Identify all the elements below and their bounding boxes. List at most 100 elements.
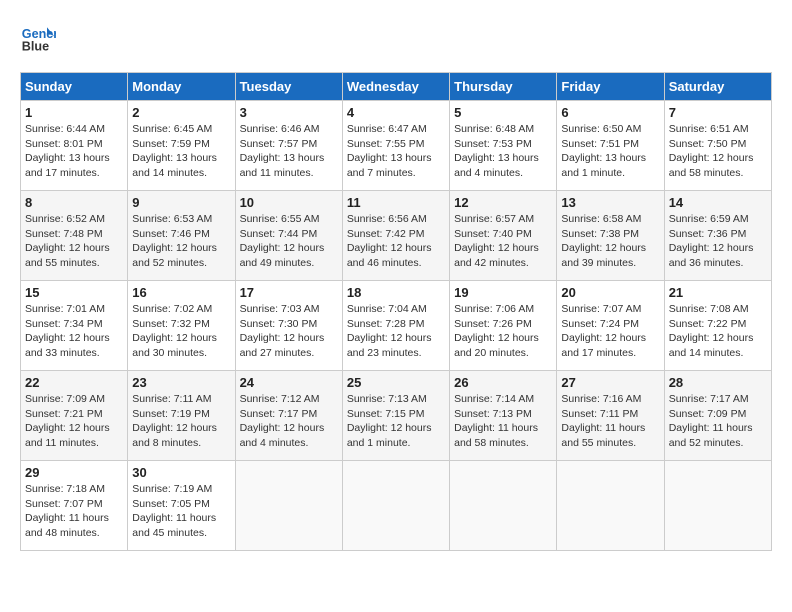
week-row-3: 15 Sunrise: 7:01 AMSunset: 7:34 PMDayligh…	[21, 281, 772, 371]
day-number: 26	[454, 375, 552, 390]
day-info: Sunrise: 7:02 AMSunset: 7:32 PMDaylight:…	[132, 302, 230, 361]
day-info: Sunrise: 7:04 AMSunset: 7:28 PMDaylight:…	[347, 302, 445, 361]
day-cell: 29Sunrise: 7:18 AMSunset: 7:07 PMDayligh…	[21, 461, 128, 551]
header-row: SundayMondayTuesdayWednesdayThursdayFrid…	[21, 73, 772, 101]
day-info: Sunrise: 6:45 AMSunset: 7:59 PMDaylight:…	[132, 122, 230, 181]
day-info: Sunrise: 6:51 AMSunset: 7:50 PMDaylight:…	[669, 122, 767, 181]
day-number: 6	[561, 105, 659, 120]
day-number: 16	[132, 285, 230, 300]
day-info: Sunrise: 6:57 AMSunset: 7:40 PMDaylight:…	[454, 212, 552, 271]
day-number: 15	[25, 285, 123, 300]
day-info: Sunrise: 6:56 AMSunset: 7:42 PMDaylight:…	[347, 212, 445, 271]
day-header-friday: Friday	[557, 73, 664, 101]
day-cell: 26 Sunrise: 7:14 AMSunset: 7:13 PMDayligh…	[450, 371, 557, 461]
day-header-thursday: Thursday	[450, 73, 557, 101]
day-info: Sunrise: 7:11 AMSunset: 7:19 PMDaylight:…	[132, 392, 230, 451]
day-cell: 27 Sunrise: 7:16 AMSunset: 7:11 PMDayligh…	[557, 371, 664, 461]
day-cell: 4Sunrise: 6:47 AMSunset: 7:55 PMDaylight…	[342, 101, 449, 191]
day-info: Sunrise: 6:50 AMSunset: 7:51 PMDaylight:…	[561, 122, 659, 181]
day-info: Sunrise: 6:55 AMSunset: 7:44 PMDaylight:…	[240, 212, 338, 271]
day-cell: 21 Sunrise: 7:08 AMSunset: 7:22 PMDayligh…	[664, 281, 771, 371]
day-cell: 30 Sunrise: 7:19 AMSunset: 7:05 PMDayligh…	[128, 461, 235, 551]
day-cell: 18 Sunrise: 7:04 AMSunset: 7:28 PMDayligh…	[342, 281, 449, 371]
day-number: 22	[25, 375, 123, 390]
day-number: 28	[669, 375, 767, 390]
day-info: Sunrise: 6:52 AMSunset: 7:48 PMDaylight:…	[25, 212, 123, 271]
day-info: Sunrise: 7:03 AMSunset: 7:30 PMDaylight:…	[240, 302, 338, 361]
day-cell: 1 Sunrise: 6:44 AMSunset: 8:01 PMDaylight…	[21, 101, 128, 191]
day-number: 11	[347, 195, 445, 210]
day-info: Sunrise: 6:48 AMSunset: 7:53 PMDaylight:…	[454, 122, 552, 181]
day-info: Sunrise: 6:47 AMSunset: 7:55 PMDaylight:…	[347, 122, 445, 181]
day-number: 3	[240, 105, 338, 120]
day-info: Sunrise: 7:18 AMSunset: 7:07 PMDaylight:…	[25, 482, 123, 541]
day-number: 9	[132, 195, 230, 210]
day-cell: 20 Sunrise: 7:07 AMSunset: 7:24 PMDayligh…	[557, 281, 664, 371]
day-header-sunday: Sunday	[21, 73, 128, 101]
day-info: Sunrise: 6:53 AMSunset: 7:46 PMDaylight:…	[132, 212, 230, 271]
day-info: Sunrise: 7:08 AMSunset: 7:22 PMDaylight:…	[669, 302, 767, 361]
day-header-tuesday: Tuesday	[235, 73, 342, 101]
day-cell: 3 Sunrise: 6:46 AMSunset: 7:57 PMDaylight…	[235, 101, 342, 191]
day-number: 30	[132, 465, 230, 480]
day-cell: 13 Sunrise: 6:58 AMSunset: 7:38 PMDayligh…	[557, 191, 664, 281]
day-cell: 8 Sunrise: 6:52 AMSunset: 7:48 PMDaylight…	[21, 191, 128, 281]
day-number: 20	[561, 285, 659, 300]
day-cell	[342, 461, 449, 551]
day-cell	[450, 461, 557, 551]
day-info: Sunrise: 6:58 AMSunset: 7:38 PMDaylight:…	[561, 212, 659, 271]
svg-text:Blue: Blue	[22, 40, 49, 54]
week-row-1: 1 Sunrise: 6:44 AMSunset: 8:01 PMDaylight…	[21, 101, 772, 191]
day-cell: 6 Sunrise: 6:50 AMSunset: 7:51 PMDaylight…	[557, 101, 664, 191]
day-info: Sunrise: 7:09 AMSunset: 7:21 PMDaylight:…	[25, 392, 123, 451]
day-info: Sunrise: 7:14 AMSunset: 7:13 PMDaylight:…	[454, 392, 552, 451]
day-info: Sunrise: 7:16 AMSunset: 7:11 PMDaylight:…	[561, 392, 659, 451]
day-number: 17	[240, 285, 338, 300]
day-cell: 5Sunrise: 6:48 AMSunset: 7:53 PMDaylight…	[450, 101, 557, 191]
day-info: Sunrise: 6:46 AMSunset: 7:57 PMDaylight:…	[240, 122, 338, 181]
day-number: 10	[240, 195, 338, 210]
day-number: 25	[347, 375, 445, 390]
day-cell: 10 Sunrise: 6:55 AMSunset: 7:44 PMDayligh…	[235, 191, 342, 281]
logo: General Blue	[20, 20, 62, 56]
week-row-4: 22 Sunrise: 7:09 AMSunset: 7:21 PMDayligh…	[21, 371, 772, 461]
day-info: Sunrise: 7:06 AMSunset: 7:26 PMDaylight:…	[454, 302, 552, 361]
day-cell: 15 Sunrise: 7:01 AMSunset: 7:34 PMDayligh…	[21, 281, 128, 371]
day-number: 1	[25, 105, 123, 120]
day-number: 14	[669, 195, 767, 210]
day-info: Sunrise: 7:13 AMSunset: 7:15 PMDaylight:…	[347, 392, 445, 451]
day-number: 21	[669, 285, 767, 300]
day-cell: 12 Sunrise: 6:57 AMSunset: 7:40 PMDayligh…	[450, 191, 557, 281]
day-number: 7	[669, 105, 767, 120]
day-info: Sunrise: 7:07 AMSunset: 7:24 PMDaylight:…	[561, 302, 659, 361]
day-number: 13	[561, 195, 659, 210]
day-cell	[664, 461, 771, 551]
day-number: 12	[454, 195, 552, 210]
day-cell: 23Sunrise: 7:11 AMSunset: 7:19 PMDayligh…	[128, 371, 235, 461]
day-info: Sunrise: 7:12 AMSunset: 7:17 PMDaylight:…	[240, 392, 338, 451]
day-cell: 17 Sunrise: 7:03 AMSunset: 7:30 PMDayligh…	[235, 281, 342, 371]
week-row-5: 29Sunrise: 7:18 AMSunset: 7:07 PMDayligh…	[21, 461, 772, 551]
day-cell: 9 Sunrise: 6:53 AMSunset: 7:46 PMDaylight…	[128, 191, 235, 281]
day-info: Sunrise: 7:19 AMSunset: 7:05 PMDaylight:…	[132, 482, 230, 541]
day-cell: 11 Sunrise: 6:56 AMSunset: 7:42 PMDayligh…	[342, 191, 449, 281]
day-number: 2	[132, 105, 230, 120]
day-cell: 24 Sunrise: 7:12 AMSunset: 7:17 PMDayligh…	[235, 371, 342, 461]
day-number: 8	[25, 195, 123, 210]
day-cell	[557, 461, 664, 551]
day-cell: 16 Sunrise: 7:02 AMSunset: 7:32 PMDayligh…	[128, 281, 235, 371]
day-info: Sunrise: 6:59 AMSunset: 7:36 PMDaylight:…	[669, 212, 767, 271]
day-info: Sunrise: 6:44 AMSunset: 8:01 PMDaylight:…	[25, 122, 123, 181]
logo-icon: General Blue	[20, 20, 56, 56]
week-row-2: 8 Sunrise: 6:52 AMSunset: 7:48 PMDaylight…	[21, 191, 772, 281]
day-cell: 25 Sunrise: 7:13 AMSunset: 7:15 PMDayligh…	[342, 371, 449, 461]
day-number: 18	[347, 285, 445, 300]
day-header-wednesday: Wednesday	[342, 73, 449, 101]
day-number: 19	[454, 285, 552, 300]
day-number: 27	[561, 375, 659, 390]
day-info: Sunrise: 7:01 AMSunset: 7:34 PMDaylight:…	[25, 302, 123, 361]
day-cell: 28 Sunrise: 7:17 AMSunset: 7:09 PMDayligh…	[664, 371, 771, 461]
calendar-table: SundayMondayTuesdayWednesdayThursdayFrid…	[20, 72, 772, 551]
day-number: 24	[240, 375, 338, 390]
day-info: Sunrise: 7:17 AMSunset: 7:09 PMDaylight:…	[669, 392, 767, 451]
